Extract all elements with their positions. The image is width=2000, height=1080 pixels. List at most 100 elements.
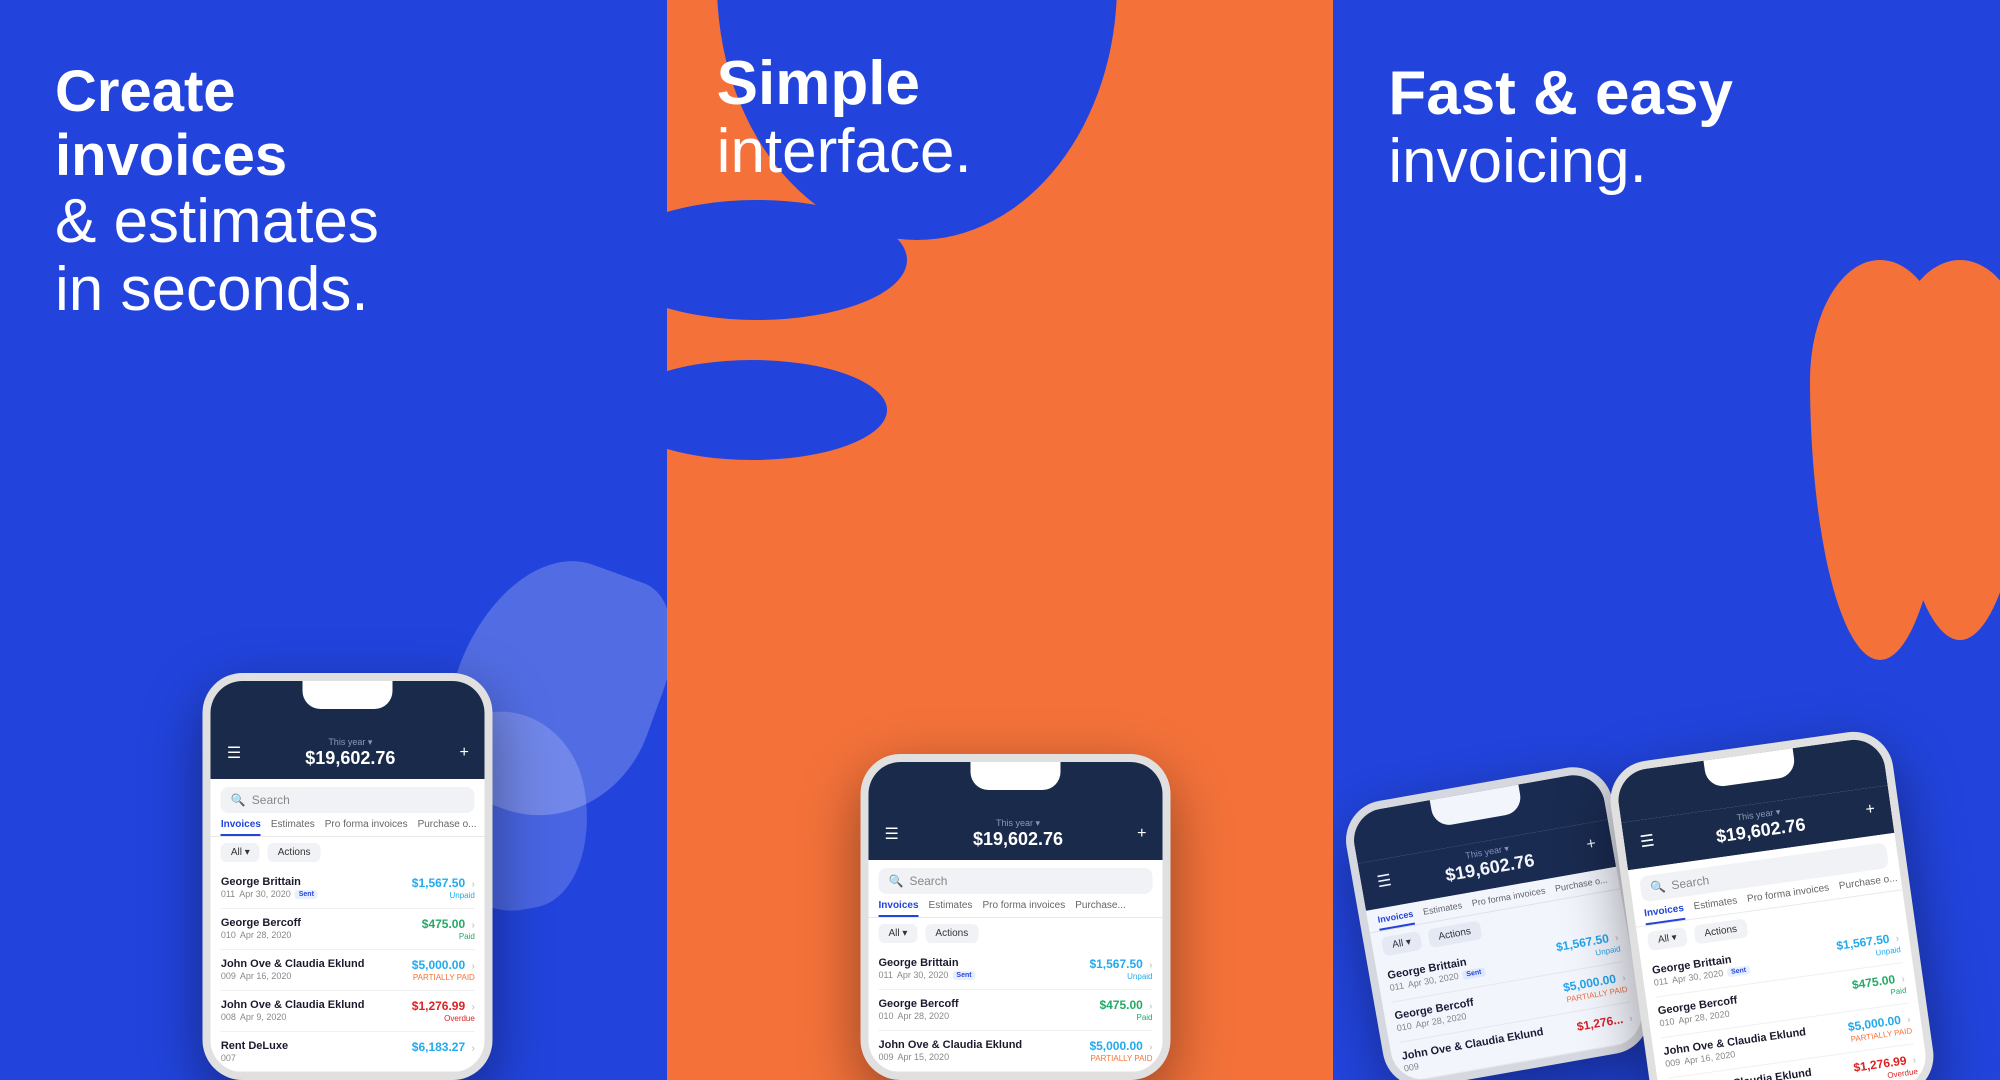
invoice-date: Apr 28, 2020 xyxy=(898,1011,950,1021)
panel-3: Fast & easy invoicing. ☰ This year ▾ $19… xyxy=(1333,0,2000,1080)
notch-2 xyxy=(971,762,1061,790)
invoice-amount: $1,276.99 › xyxy=(412,999,475,1013)
panel-1-text: Createinvoices & estimatesin seconds. xyxy=(55,60,379,324)
invoice-amount: $1,567.50 › xyxy=(1089,957,1152,971)
search-bar[interactable]: 🔍 Search xyxy=(221,787,475,813)
client-name: John Ove & Claudia Eklund xyxy=(879,1039,1023,1051)
panel-2-heading-normal: interface. xyxy=(717,118,972,186)
invoice-status: PARTIALLY PAID xyxy=(412,973,475,982)
invoice-item[interactable]: George Bercoff 010 Apr 28, 2020 $475.00 … xyxy=(879,990,1153,1031)
filter-row-2: All ▾ Actions xyxy=(869,918,1163,949)
invoice-item[interactable]: John Ove & Claudia Eklund 009 Apr 16, 20… xyxy=(221,950,475,991)
panel-3-phone-front: ☰ This year ▾ $19,602.76 + 🔍 Search Invo… xyxy=(1605,727,1938,1080)
search-icon-3: 🔍 xyxy=(1650,879,1667,895)
tab-purchase[interactable]: Purchase o... xyxy=(418,819,477,836)
notch xyxy=(303,681,393,709)
plus-icon-3[interactable]: + xyxy=(1864,800,1876,819)
panel-3-text: Fast & easy invoicing. xyxy=(1388,60,1733,196)
search-icon-2: 🔍 xyxy=(889,874,904,888)
search-label-3: Search xyxy=(1671,873,1711,892)
tab-invoices-2[interactable]: Invoices xyxy=(879,900,919,917)
invoice-num: 008 xyxy=(221,1012,236,1022)
invoice-item[interactable]: John Ove & Claudia Eklund 009 Apr 15, 20… xyxy=(879,1031,1153,1072)
invoice-amount: $1,567.50 › xyxy=(412,876,475,890)
invoice-status: Unpaid xyxy=(412,891,475,900)
invoice-amount: $475.00 › xyxy=(1099,998,1152,1012)
notch-3 xyxy=(1703,748,1796,788)
invoice-status: Overdue xyxy=(412,1014,475,1023)
tab-proforma-2[interactable]: Pro forma invoices xyxy=(982,900,1065,917)
invoice-status: Paid xyxy=(422,932,475,941)
search-container-2: 🔍 Search xyxy=(869,860,1163,894)
filter-all-button-3[interactable]: All ▾ xyxy=(1647,927,1688,951)
invoice-item[interactable]: George Bercoff 010 Apr 28, 2020 $475.00 … xyxy=(221,909,475,950)
panel-1-heading-normal: & estimatesin seconds. xyxy=(55,188,379,324)
panel-3-phone-back: ☰ This year ▾ $19,602.76 + Invoices Esti… xyxy=(1340,761,1656,1080)
panel-1-heading-bold: Createinvoices xyxy=(55,60,379,188)
this-year-label: This year ▾ xyxy=(305,737,395,748)
menu-icon-3b: ☰ xyxy=(1376,870,1394,892)
total-amount: $19,602.76 xyxy=(305,748,395,769)
invoice-item[interactable]: Rent DeLuxe 007 $6,183.27 › xyxy=(221,1032,475,1072)
phone-mockup-3b: ☰ This year ▾ $19,602.76 + Invoices Esti… xyxy=(1340,761,1656,1080)
client-name: John Ove & Claudia Eklund xyxy=(221,958,365,970)
invoice-num: 011 xyxy=(879,970,893,980)
invoice-date: Apr 16, 2020 xyxy=(240,971,292,981)
invoice-amount: $5,000.00 › xyxy=(1089,1039,1152,1053)
actions-btn-3b: Actions xyxy=(1427,920,1482,948)
tab-invoices[interactable]: Invoices xyxy=(221,819,261,836)
invoice-status: Paid xyxy=(1099,1013,1152,1022)
invoice-num: 010 xyxy=(879,1011,894,1021)
phone-mockup-2: ☰ This year ▾ $19,602.76 + 🔍 Search Invo… xyxy=(861,754,1171,1080)
menu-icon-2[interactable]: ☰ xyxy=(885,824,899,844)
notch-3b xyxy=(1430,784,1523,827)
status-badge: Sent xyxy=(952,971,975,980)
phone-header: ☰ This year ▾ $19,602.76 + xyxy=(211,731,485,779)
invoice-date: Apr 15, 2020 xyxy=(898,1052,950,1062)
actions-button[interactable]: Actions xyxy=(268,843,321,862)
blue-blob-low xyxy=(667,360,887,460)
client-name: George Brittain xyxy=(879,957,976,969)
invoice-amount: $475.00 › xyxy=(422,917,475,931)
filter-all-button-2[interactable]: All ▾ xyxy=(879,924,918,943)
tab-purchase-2[interactable]: Purchase... xyxy=(1075,900,1126,917)
phone-mockup-1: ☰ This year ▾ $19,602.76 + 🔍 Search Invo… xyxy=(203,673,493,1080)
search-bar-2[interactable]: 🔍 Search xyxy=(879,868,1153,894)
invoice-list: George Brittain 011 Apr 30, 2020 Sent $1… xyxy=(211,868,485,1072)
invoice-date: Apr 9, 2020 xyxy=(240,1012,287,1022)
notch-bar xyxy=(211,681,485,731)
status-badge: Sent xyxy=(295,890,318,899)
client-name: George Bercoff xyxy=(221,917,301,929)
invoice-item[interactable]: George Brittain 011 Apr 30, 2020 Sent $1… xyxy=(879,949,1153,990)
search-label: Search xyxy=(252,793,290,807)
invoice-num: 010 xyxy=(221,930,236,940)
plus-icon-2[interactable]: + xyxy=(1137,825,1146,843)
tab-estimates-2[interactable]: Estimates xyxy=(929,900,973,917)
invoice-date: Apr 30, 2020 xyxy=(239,889,291,899)
filter-all-button[interactable]: All ▾ xyxy=(221,843,260,862)
invoice-item[interactable]: George Brittain 011 Apr 30, 2020 Sent $1… xyxy=(221,868,475,909)
notch-bar-2 xyxy=(869,762,1163,812)
tab-estimates[interactable]: Estimates xyxy=(271,819,315,836)
search-icon: 🔍 xyxy=(231,793,246,807)
client-name: George Bercoff xyxy=(879,998,959,1010)
menu-icon-3[interactable]: ☰ xyxy=(1639,830,1656,852)
invoice-date: Apr 28, 2020 xyxy=(240,930,292,940)
phone-header-2: ☰ This year ▾ $19,602.76 + xyxy=(869,812,1163,860)
invoice-num: 011 xyxy=(221,889,235,899)
invoice-item[interactable]: John Ove & Claudia Eklund 008 Apr 9, 202… xyxy=(221,991,475,1032)
total-amount-2: $19,602.76 xyxy=(973,829,1063,850)
tab-proforma[interactable]: Pro forma invoices xyxy=(325,819,408,836)
plus-icon[interactable]: + xyxy=(459,744,468,762)
panel-3-heading-normal: invoicing. xyxy=(1388,128,1733,196)
filter-row: All ▾ Actions xyxy=(211,837,485,868)
actions-button-2[interactable]: Actions xyxy=(925,924,978,943)
filter-btn-3b: All ▾ xyxy=(1381,931,1423,956)
invoice-num: 009 xyxy=(879,1052,894,1062)
phone-tabs: Invoices Estimates Pro forma invoices Pu… xyxy=(211,813,485,837)
actions-button-3[interactable]: Actions xyxy=(1693,918,1748,944)
client-name: George Brittain xyxy=(221,876,318,888)
plus-icon-3b: + xyxy=(1585,835,1597,854)
panel-1: Createinvoices & estimatesin seconds. ☰ … xyxy=(0,0,667,1080)
menu-icon[interactable]: ☰ xyxy=(227,743,241,763)
